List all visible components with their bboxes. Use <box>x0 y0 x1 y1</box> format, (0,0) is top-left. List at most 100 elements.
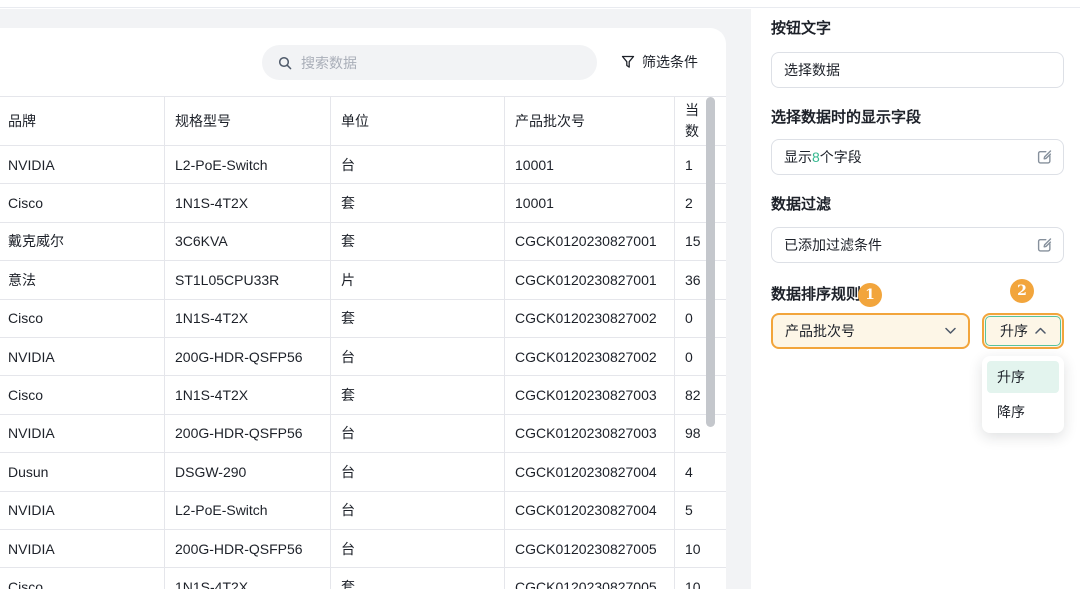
column-header-batch: 产品批次号 <box>505 97 675 145</box>
cell-quantity: 2 <box>675 184 726 221</box>
cell-quantity: 0 <box>675 338 726 375</box>
table-row[interactable]: 意法 ST1L05CPU33R 片 CGCK0120230827001 36 <box>0 261 726 299</box>
data-filter-field[interactable]: 已添加过滤条件 <box>771 227 1064 263</box>
cell-model: 1N1S-4T2X <box>165 184 331 221</box>
cell-quantity: 1 <box>675 146 726 183</box>
top-divider <box>0 0 1080 8</box>
cell-batch: CGCK0120230827001 <box>505 223 675 260</box>
cell-batch: CGCK0120230827001 <box>505 261 675 298</box>
table-header-row: 品牌 规格型号 单位 产品批次号 当数 <box>0 96 726 146</box>
funnel-icon <box>621 55 635 69</box>
cell-batch: CGCK0120230827005 <box>505 530 675 567</box>
cell-model: 3C6KVA <box>165 223 331 260</box>
cell-brand: Cisco <box>0 376 165 413</box>
search-input[interactable]: 搜索数据 <box>262 45 597 80</box>
cell-batch: CGCK0120230827002 <box>505 300 675 337</box>
table-row[interactable]: NVIDIA 200G-HDR-QSFP56 台 CGCK01202308270… <box>0 415 726 453</box>
cell-brand: 戴克威尔 <box>0 223 165 260</box>
cell-unit: 台 <box>331 338 505 375</box>
cell-model: L2-PoE-Switch <box>165 146 331 183</box>
cell-unit: 台 <box>331 492 505 529</box>
column-header-brand: 品牌 <box>0 97 165 145</box>
cell-quantity: 36 <box>675 261 726 298</box>
table-scrollbar[interactable] <box>706 97 715 427</box>
chevron-up-icon <box>1035 327 1046 335</box>
sort-order-menu: 升序降序 <box>982 356 1064 433</box>
cell-brand: Cisco <box>0 568 165 589</box>
sort-order-menu-item[interactable]: 升序 <box>987 361 1059 393</box>
cell-brand: NVIDIA <box>0 415 165 452</box>
cell-batch: CGCK0120230827003 <box>505 376 675 413</box>
cell-quantity: 5 <box>675 492 726 529</box>
cell-unit: 套 <box>331 376 505 413</box>
data-table: 品牌 规格型号 单位 产品批次号 当数 NVIDIA L2-PoE-Switch… <box>0 96 726 589</box>
chevron-down-icon <box>945 327 956 335</box>
cell-brand: 意法 <box>0 261 165 298</box>
cell-brand: NVIDIA <box>0 146 165 183</box>
cell-brand: NVIDIA <box>0 492 165 529</box>
table-body: NVIDIA L2-PoE-Switch 台 10001 1 Cisco 1N1… <box>0 146 726 589</box>
button-text-input[interactable]: 选择数据 <box>771 52 1064 88</box>
cell-unit: 片 <box>331 261 505 298</box>
table-row[interactable]: NVIDIA 200G-HDR-QSFP56 台 CGCK01202308270… <box>0 530 726 568</box>
cell-model: DSGW-290 <box>165 453 331 490</box>
table-row[interactable]: Cisco 1N1S-4T2X 套 CGCK0120230827002 0 <box>0 300 726 338</box>
data-filter-label: 数据过滤 <box>771 195 831 214</box>
cell-brand: NVIDIA <box>0 530 165 567</box>
cell-batch: 10001 <box>505 184 675 221</box>
cell-unit: 台 <box>331 415 505 452</box>
sort-field-value: 产品批次号 <box>785 321 855 341</box>
cell-unit: 套 <box>331 223 505 260</box>
sort-order-select[interactable]: 升序 <box>982 313 1064 349</box>
sort-field-select[interactable]: 产品批次号 <box>771 313 970 349</box>
cell-quantity: 82 <box>675 376 726 413</box>
table-row[interactable]: NVIDIA L2-PoE-Switch 台 10001 1 <box>0 146 726 184</box>
display-fields-count: 8 <box>812 149 820 165</box>
edit-icon[interactable] <box>1037 238 1052 253</box>
button-text-value: 选择数据 <box>784 60 840 80</box>
column-header-model: 规格型号 <box>165 97 331 145</box>
cell-batch: CGCK0120230827004 <box>505 492 675 529</box>
cell-unit: 台 <box>331 530 505 567</box>
sort-order-menu-item[interactable]: 降序 <box>987 396 1059 428</box>
cell-quantity: 0 <box>675 300 726 337</box>
annotation-badge-2: 2 <box>1010 279 1034 303</box>
filter-button[interactable]: 筛选条件 <box>621 50 698 74</box>
cell-unit: 套 <box>331 568 505 589</box>
cell-batch: CGCK0120230827005 <box>505 568 675 589</box>
cell-quantity: 4 <box>675 453 726 490</box>
cell-brand: Cisco <box>0 300 165 337</box>
sort-order-select-inner: 升序 <box>985 316 1061 346</box>
search-icon <box>278 56 292 70</box>
cell-model: 200G-HDR-QSFP56 <box>165 338 331 375</box>
cell-quantity: 10 <box>675 530 726 567</box>
cell-batch: CGCK0120230827004 <box>505 453 675 490</box>
cell-model: L2-PoE-Switch <box>165 492 331 529</box>
display-fields-field[interactable]: 显示 8 个字段 <box>771 139 1064 175</box>
cell-model: 200G-HDR-QSFP56 <box>165 415 331 452</box>
table-row[interactable]: 戴克威尔 3C6KVA 套 CGCK0120230827001 15 <box>0 223 726 261</box>
edit-icon[interactable] <box>1037 150 1052 165</box>
table-row[interactable]: Cisco 1N1S-4T2X 套 10001 2 <box>0 184 726 222</box>
table-row[interactable]: NVIDIA 200G-HDR-QSFP56 台 CGCK01202308270… <box>0 338 726 376</box>
cell-unit: 台 <box>331 453 505 490</box>
cell-model: 1N1S-4T2X <box>165 568 331 589</box>
data-filter-value: 已添加过滤条件 <box>784 235 882 255</box>
display-fields-prefix: 显示 <box>784 147 812 167</box>
filter-button-label: 筛选条件 <box>642 52 698 72</box>
table-row[interactable]: Cisco 1N1S-4T2X 套 CGCK0120230827005 10 <box>0 568 726 589</box>
cell-quantity: 10 <box>675 568 726 589</box>
cell-model: 1N1S-4T2X <box>165 376 331 413</box>
table-row[interactable]: Cisco 1N1S-4T2X 套 CGCK0120230827003 82 <box>0 376 726 414</box>
table-row[interactable]: NVIDIA L2-PoE-Switch 台 CGCK0120230827004… <box>0 492 726 530</box>
cell-unit: 套 <box>331 184 505 221</box>
annotation-badge-1: 1 <box>858 283 882 307</box>
table-toolbar: 搜索数据 筛选条件 <box>0 28 726 96</box>
cell-model: ST1L05CPU33R <box>165 261 331 298</box>
column-header-unit: 单位 <box>331 97 505 145</box>
table-row[interactable]: Dusun DSGW-290 台 CGCK0120230827004 4 <box>0 453 726 491</box>
cell-batch: 10001 <box>505 146 675 183</box>
cell-model: 1N1S-4T2X <box>165 300 331 337</box>
cell-quantity: 15 <box>675 223 726 260</box>
data-table-card: 搜索数据 筛选条件 品牌 规格型号 单位 产品批次号 当数 NVIDIA L2-… <box>0 28 726 589</box>
